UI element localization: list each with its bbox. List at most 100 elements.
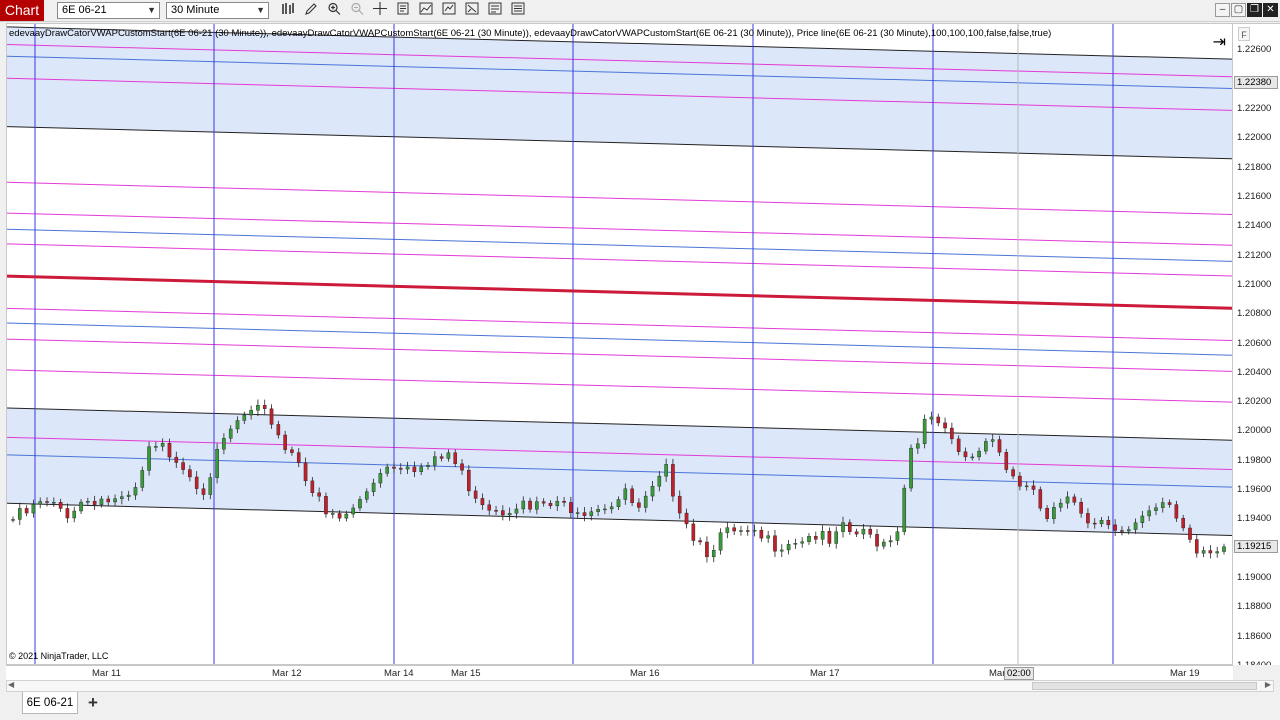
up-candle [405,466,410,470]
up-candle [555,501,560,507]
down-candle [827,530,832,544]
zoom-out-icon[interactable] [348,2,366,19]
price-axis[interactable]: 1.22600 1.22200 1.22000 1.21800 1.21600 1.214… [1233,23,1280,665]
down-candle [92,501,97,505]
up-candle [841,522,845,532]
up-candle [31,504,36,514]
up-candle [1160,502,1165,508]
down-candle [460,463,464,471]
up-candle [38,501,43,505]
down-candle [562,501,566,503]
indicators-icon[interactable] [417,2,435,19]
minimize-icon[interactable]: – [1215,3,1230,17]
down-candle [174,456,179,463]
price-chart[interactable] [7,24,1233,665]
down-candle [963,451,968,458]
app-badge[interactable]: Chart [0,0,44,21]
restore-icon[interactable]: ❐ [1247,3,1262,17]
time-axis[interactable]: Mar 11 Mar 12 Mar 14 Mar 15 Mar 16 Mar 17 Mar M… [6,665,1233,680]
down-candle [684,512,689,525]
chart-panel[interactable]: edevaayDrawCatorVWAPCustomStart(6E 06-21… [6,23,1233,665]
scroll-left-icon[interactable]: ◀ [8,680,14,689]
down-candle [773,535,777,552]
up-candle [643,495,648,508]
properties-icon[interactable] [463,2,481,19]
templates-icon[interactable] [486,2,504,19]
tab-6e-06-21[interactable]: 6E 06-21 [22,692,78,714]
bar-type-icon[interactable] [279,2,297,19]
up-candle [888,540,893,543]
price-tick-label: 1.22200 [1237,103,1272,114]
up-candle [1133,522,1138,530]
axis-menu-icon[interactable]: F [1238,27,1250,41]
scroll-right-icon[interactable]: ▶ [1265,680,1271,689]
down-candle [848,522,852,532]
down-candle [412,466,417,472]
down-candle [1194,539,1199,554]
copyright-notice: © 2021 NinjaTrader, LLC [9,651,109,661]
down-candle [398,468,403,470]
down-candle [167,443,172,458]
price-tick-label: 1.18600 [1237,630,1272,642]
up-candle [126,494,131,497]
down-candle [310,480,315,493]
up-candle [1099,520,1104,525]
down-candle [1208,550,1213,554]
draw-tool-icon[interactable] [302,2,320,19]
down-candle [677,495,682,514]
price-tick-label: 1.19000 [1237,572,1272,584]
down-candle [317,492,321,497]
scroll-to-end-icon[interactable]: ⇥ [1213,32,1226,52]
crosshair-icon[interactable] [371,2,389,19]
down-candle [1004,452,1009,470]
tab-bar: 6E 06-21 + [0,692,1280,720]
horizontal-scrollbar[interactable]: ◀ ▶ [6,680,1274,692]
strategies-icon[interactable] [440,2,458,19]
zoom-in-icon[interactable] [325,2,343,19]
up-candle [766,535,770,539]
up-candle [609,506,614,510]
down-candle [473,490,478,499]
last-price-marker: 1.19215 [1234,539,1278,553]
indicator-label[interactable]: edevaayDrawCatorVWAPCustomStart(6E 06-21… [9,28,1051,39]
maximize-icon[interactable]: ▢ [1231,3,1246,17]
up-candle [623,488,628,500]
price-tick-label: 1.20600 [1237,337,1272,349]
up-candle [650,485,655,497]
interval-selector[interactable]: 30 Minute ▼ [166,2,269,19]
time-tick-label: Mar 16 [630,668,660,679]
vwap-band-lower-blue [7,322,1232,356]
up-candle [1065,496,1070,504]
instrument-selector[interactable]: 6E 06-21 ▼ [57,2,160,19]
down-candle [705,541,709,558]
up-candle [793,543,798,545]
down-candle [637,502,641,508]
down-candle [528,500,532,510]
down-candle [732,527,736,532]
data-box-icon[interactable] [394,2,412,19]
down-candle [1079,502,1083,514]
price-tick-label: 1.21000 [1237,278,1272,290]
vwap-band-upper-blue [7,228,1232,262]
instrument-link-icon[interactable] [509,2,527,19]
up-candle [1147,510,1151,517]
time-tick-label: Mar 14 [384,668,414,679]
down-candle [324,496,328,515]
add-tab-button[interactable]: + [83,694,103,712]
up-candle [739,530,743,532]
down-candle [392,466,396,469]
down-candle [58,501,63,509]
down-candle [1018,475,1022,487]
down-candle [24,508,29,514]
up-candle [664,464,668,477]
down-candle [181,462,185,470]
vwap-band-upper-1 [7,243,1232,277]
down-candle [813,536,818,540]
up-candle [446,452,451,459]
scrollbar-thumb[interactable] [1032,682,1257,690]
up-candle [11,519,15,521]
down-candle [501,510,505,516]
down-candle [1031,485,1036,490]
close-icon[interactable]: ✕ [1263,3,1278,17]
up-candle [249,410,253,416]
